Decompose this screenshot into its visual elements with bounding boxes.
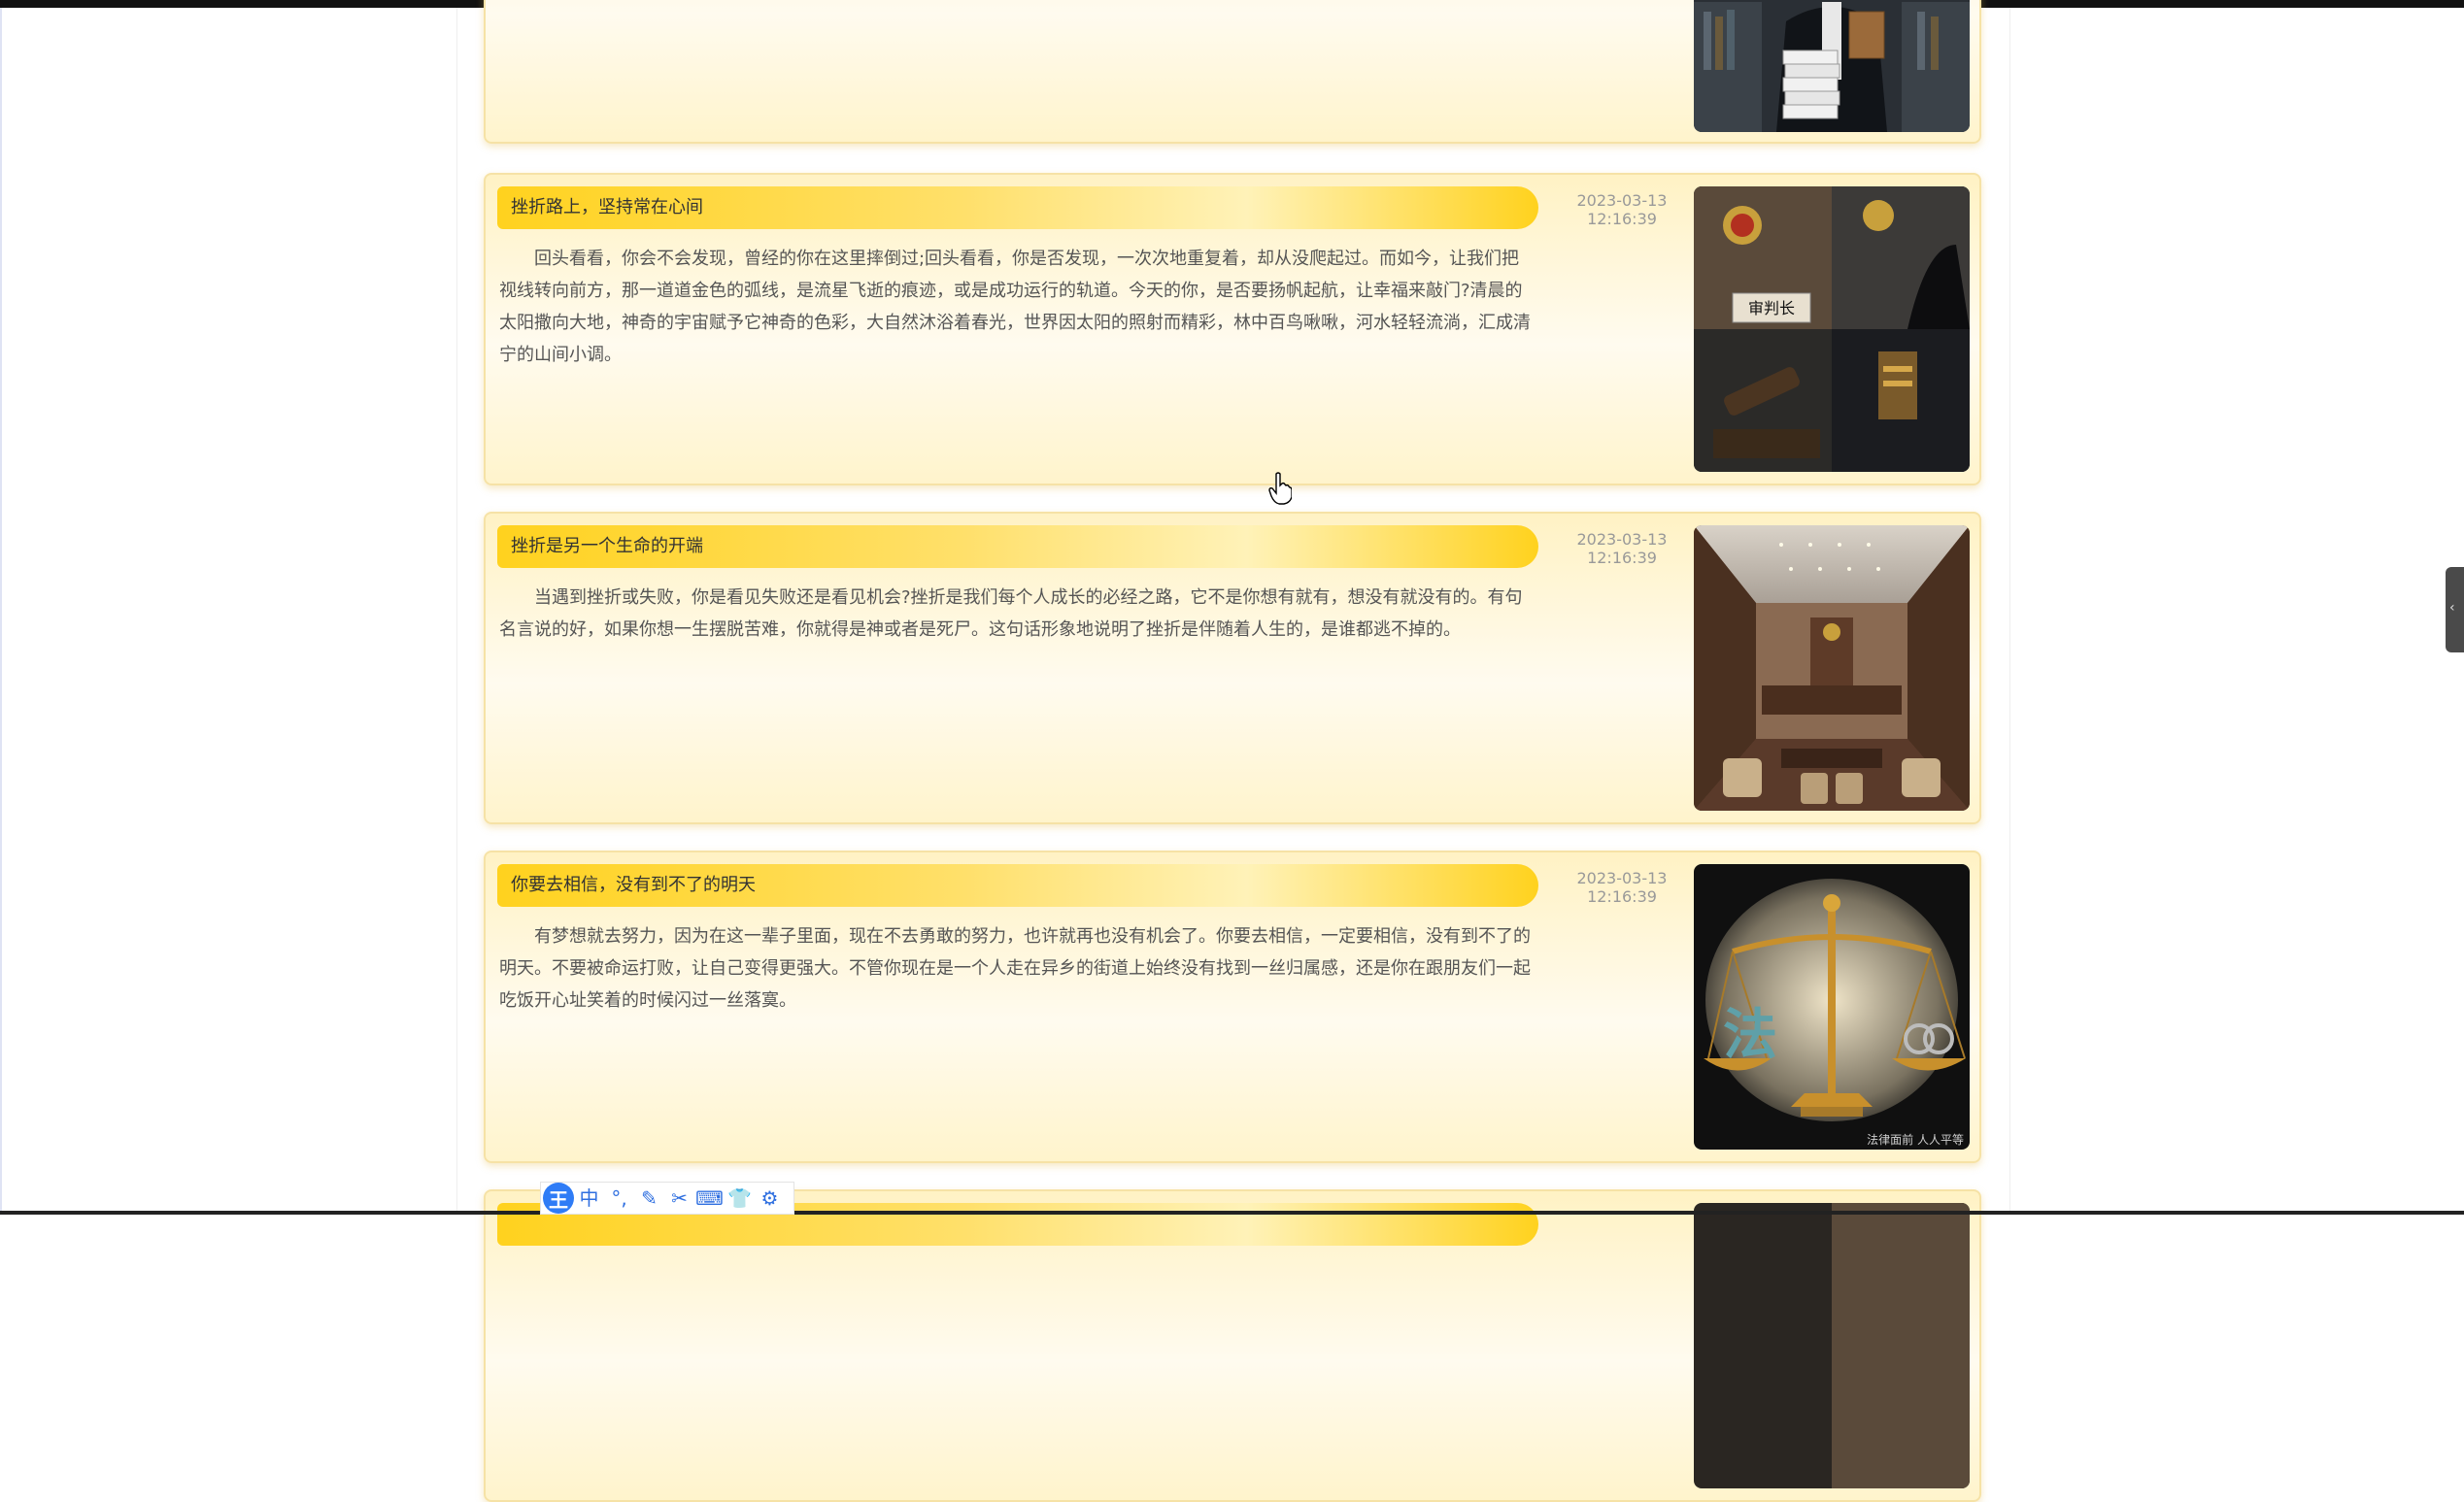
article-summary: 有梦想就去努力，因为在这一辈子里面，现在不去勇敢的努力，也许就再也没有机会了。你… (499, 926, 1531, 1011)
article-time: 12:16:39 (1587, 549, 1657, 567)
image-watermark: 法律面前 人人平等 (1867, 1132, 1964, 1147)
ime-handwriting-icon[interactable]: ✎ (634, 1184, 664, 1213)
article-summary: 当遇到挫折或失败，你是看见失败还是看见机会?挫折是我们每个人成长的必经之路，它不… (499, 587, 1523, 640)
ime-keyboard-icon[interactable]: ⌨ (694, 1184, 725, 1213)
article-timestamp: 2023-03-13 12:16:39 (1554, 530, 1690, 567)
chevron-left-icon: ‹ (2449, 600, 2455, 616)
article-image[interactable] (1694, 1203, 1970, 1488)
article-card[interactable] (484, 1189, 1981, 1502)
article-image-lawyer-books[interactable] (1694, 0, 1970, 132)
ime-punctuation-button[interactable]: °, (604, 1184, 634, 1213)
article-image-scales-of-justice[interactable]: 法 法律面前 人人平等 (1694, 864, 1970, 1150)
article-card[interactable]: 挫折路上，坚持常在心间 回头看看，你会不会发现，曾经的你在这里摔倒过;回头看看，… (484, 173, 1981, 485)
hand-pointer-cursor-icon (1268, 472, 1292, 505)
article-date: 2023-03-13 (1576, 869, 1668, 887)
ime-skin-icon[interactable]: 👕 (725, 1184, 755, 1213)
article-title-bar[interactable]: 挫折是另一个生命的开端 (497, 525, 1538, 568)
article-card[interactable] (484, 0, 1981, 144)
ime-screenshot-icon[interactable]: ✂ (664, 1184, 694, 1213)
article-image-court-hall[interactable] (1694, 525, 1970, 811)
article-timestamp: 2023-03-13 12:16:39 (1554, 191, 1690, 228)
article-summary: 回头看看，你会不会发现，曾经的你在这里摔倒过;回头看看，你是否发现，一次次地重复… (499, 249, 1531, 365)
ime-settings-icon[interactable]: ⚙ (755, 1184, 785, 1213)
article-date: 2023-03-13 (1576, 530, 1668, 549)
article-date: 2023-03-13 (1576, 191, 1668, 210)
article-title-bar[interactable]: 挫折路上，坚持常在心间 (497, 186, 1538, 229)
article-image-courtroom-collage[interactable]: 审判长 (1694, 186, 1970, 472)
ime-toolbar[interactable]: 王 中 °, ✎ ✂ ⌨ 👕 ⚙ (540, 1182, 794, 1215)
article-title[interactable]: 挫折是另一个生命的开端 (511, 525, 703, 568)
left-edge (0, 8, 2, 1211)
ime-logo-icon[interactable]: 王 (543, 1183, 574, 1214)
article-title[interactable]: 挫折路上，坚持常在心间 (511, 186, 703, 229)
article-time: 12:16:39 (1587, 210, 1657, 228)
article-time: 12:16:39 (1587, 887, 1657, 906)
ime-chinese-mode-button[interactable]: 中 (574, 1184, 604, 1213)
article-card[interactable]: 你要去相信，没有到不了的明天 有梦想就去努力，因为在这一辈子里面，现在不去勇敢的… (484, 851, 1981, 1163)
side-panel-toggle[interactable]: ‹ (2446, 567, 2464, 652)
article-title-bar[interactable]: 你要去相信，没有到不了的明天 (497, 864, 1538, 907)
article-card[interactable]: 挫折是另一个生命的开端 当遇到挫折或失败，你是看见失败还是看见机会?挫折是我们每… (484, 512, 1981, 824)
law-character: 法 (1723, 1003, 1777, 1067)
article-title[interactable]: 你要去相信，没有到不了的明天 (511, 864, 756, 907)
article-timestamp: 2023-03-13 12:16:39 (1554, 869, 1690, 906)
browser-bottom-edge (0, 1211, 2464, 1215)
judge-plate-text: 审判长 (1748, 299, 1795, 317)
